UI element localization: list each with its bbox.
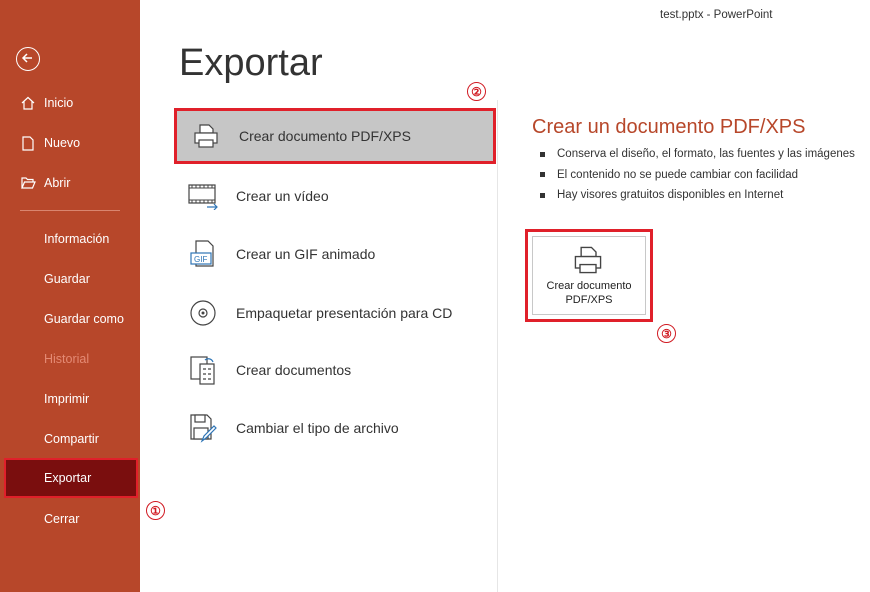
sidebar-divider xyxy=(20,210,120,211)
create-pdf-xps-button[interactable]: Crear documento PDF/XPS xyxy=(525,229,653,322)
bullet-icon xyxy=(540,192,545,198)
new-document-icon xyxy=(20,135,36,151)
home-icon xyxy=(20,95,36,111)
export-option-pdf-xps[interactable]: Crear documento PDF/XPS xyxy=(174,108,496,164)
pane-divider xyxy=(497,100,498,592)
sidebar-item-inicio[interactable]: Inicio xyxy=(0,85,140,121)
sidebar-item-exportar[interactable]: Exportar xyxy=(4,458,138,498)
bullet-item: El contenido no se puede cambiar con fac… xyxy=(540,165,855,186)
printer-document-icon xyxy=(572,244,604,281)
export-option-handouts[interactable]: Crear documentos xyxy=(176,351,496,389)
export-option-gif[interactable]: GIF Crear un GIF animado xyxy=(176,235,496,273)
sidebar-item-compartir[interactable]: Compartir xyxy=(0,421,140,457)
export-option-label: Crear documento PDF/XPS xyxy=(239,128,411,144)
details-bullet-list: Conserva el diseño, el formato, las fuen… xyxy=(540,144,855,206)
back-arrow-icon[interactable] xyxy=(16,47,40,71)
window-title: test.pptx - PowerPoint xyxy=(660,9,773,21)
export-option-label: Crear un GIF animado xyxy=(236,246,376,262)
sidebar-item-label: Guardar xyxy=(44,272,90,286)
bullet-icon xyxy=(540,172,545,178)
sidebar-item-label: Exportar xyxy=(44,471,92,485)
export-option-video[interactable]: Crear un vídeo xyxy=(176,177,496,215)
sidebar-item-abrir[interactable]: Abrir xyxy=(0,165,140,201)
export-option-label: Crear un vídeo xyxy=(236,188,329,204)
sidebar-item-label: Información xyxy=(44,232,110,246)
export-option-label: Cambiar el tipo de archivo xyxy=(236,420,399,436)
sidebar-item-label: Cerrar xyxy=(44,512,80,526)
sidebar-item-label: Nuevo xyxy=(44,136,81,150)
export-option-label: Crear documentos xyxy=(236,362,352,378)
step-1-badge: ① xyxy=(146,501,165,520)
folder-open-icon xyxy=(20,175,36,191)
cd-icon xyxy=(186,296,220,330)
sidebar-item-label: Compartir xyxy=(44,432,99,446)
bullet-icon xyxy=(540,151,545,157)
page-title: Exportar xyxy=(179,42,323,84)
handouts-icon xyxy=(186,353,220,387)
sidebar-item-label: Guardar como xyxy=(44,312,124,326)
sidebar-item-label: Abrir xyxy=(44,176,71,190)
step-2-badge: ② xyxy=(467,82,486,101)
export-option-label: Empaquetar presentación para CD xyxy=(236,305,453,321)
sidebar-item-guardar-como[interactable]: Guardar como xyxy=(0,301,140,337)
details-title: Crear un documento PDF/XPS xyxy=(532,116,806,138)
sidebar-item-label: Historial xyxy=(44,352,90,366)
export-option-change-file-type[interactable]: Cambiar el tipo de archivo xyxy=(176,409,496,447)
create-pdf-xps-label: Crear documento PDF/XPS xyxy=(546,280,632,306)
sidebar-item-historial: Historial xyxy=(0,341,140,377)
sidebar-item-nuevo[interactable]: Nuevo xyxy=(0,125,140,161)
bullet-item: Conserva el diseño, el formato, las fuen… xyxy=(540,144,855,165)
gif-icon: GIF xyxy=(186,237,220,271)
sidebar-item-cerrar[interactable]: Cerrar xyxy=(0,501,140,537)
backstage-sidebar: Inicio Nuevo Abrir Información Guardar G… xyxy=(0,0,140,592)
save-edit-icon xyxy=(186,411,220,445)
sidebar-item-informacion[interactable]: Información xyxy=(0,221,140,257)
step-3-badge: ③ xyxy=(657,324,676,343)
sidebar-item-label: Imprimir xyxy=(44,392,90,406)
sidebar-item-guardar[interactable]: Guardar xyxy=(0,261,140,297)
video-icon xyxy=(186,179,220,213)
bullet-item: Hay visores gratuitos disponibles en Int… xyxy=(540,185,855,206)
sidebar-item-imprimir[interactable]: Imprimir xyxy=(0,381,140,417)
export-option-package-cd[interactable]: Empaquetar presentación para CD xyxy=(176,290,496,336)
printer-document-icon xyxy=(189,119,223,153)
svg-text:GIF: GIF xyxy=(194,255,207,264)
sidebar-item-label: Inicio xyxy=(44,96,74,110)
